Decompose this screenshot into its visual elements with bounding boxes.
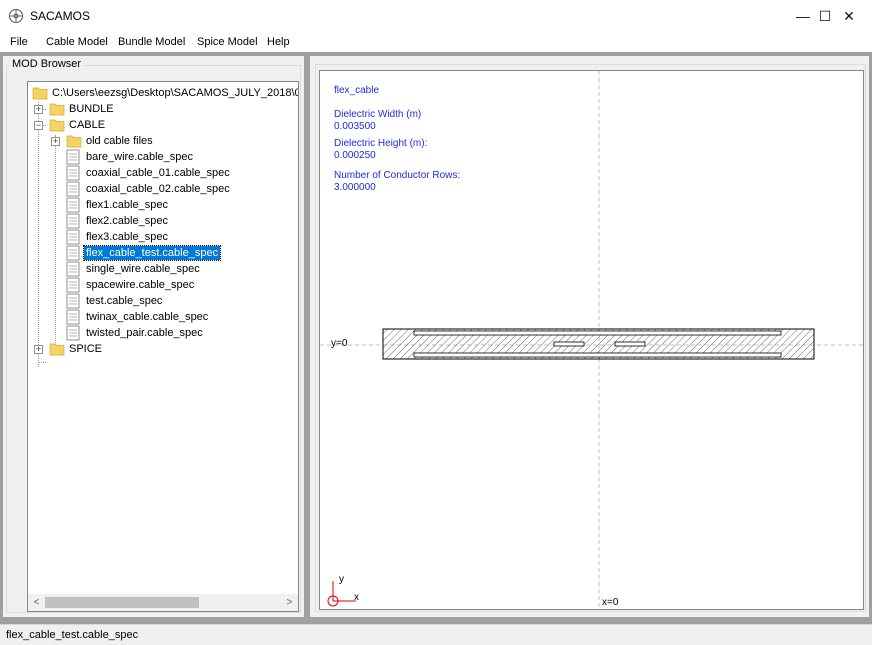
- x-axis-label: x: [354, 592, 359, 603]
- tree-item-label: twinax_cable.cable_spec: [86, 311, 209, 323]
- tree-item-label: twisted_pair.cable_spec: [86, 327, 203, 339]
- scroll-right-arrow[interactable]: >: [281, 594, 298, 611]
- dielectric-height-label: Dielectric Height (m):: [334, 138, 428, 149]
- window-title: SACAMOS: [30, 9, 91, 23]
- y-zero-label: y=0: [331, 338, 348, 349]
- tree-item-file[interactable]: test.cable_spec: [64, 293, 294, 309]
- mod-tree-view[interactable]: C:\Users\eezsg\Desktop\SACAMOS_JULY_2018…: [27, 81, 299, 612]
- cable-cross-section-canvas[interactable]: flex_cable Dielectric Width (m) 0.003500…: [319, 70, 864, 610]
- tree-item-file[interactable]: spacewire.cable_spec: [64, 277, 294, 293]
- expand-icon[interactable]: +: [34, 105, 43, 114]
- tree-item-label: CABLE: [69, 119, 106, 131]
- document-icon: [66, 245, 80, 261]
- tree-item-label: coaxial_cable_02.cable_spec: [86, 183, 230, 195]
- scroll-left-arrow[interactable]: <: [28, 594, 45, 611]
- tree-item-label: SPICE: [69, 343, 103, 355]
- document-icon: [66, 309, 80, 325]
- document-icon: [66, 261, 80, 277]
- cross-section-drawing: [320, 71, 863, 609]
- collapse-icon[interactable]: −: [34, 121, 43, 130]
- folder-icon: [32, 87, 48, 100]
- tree-item-label: flex3.cable_spec: [86, 231, 168, 243]
- app-icon: [9, 9, 23, 23]
- status-text: flex_cable_test.cable_spec: [6, 629, 139, 641]
- tree-item-label: flex_cable_test.cable_spec: [82, 245, 222, 261]
- tree-item-cable[interactable]: − CABLE: [30, 117, 230, 133]
- tree-item-file[interactable]: flex1.cable_spec: [64, 197, 294, 213]
- tree-item-file[interactable]: flex3.cable_spec: [64, 229, 294, 245]
- tree-line: [38, 362, 46, 363]
- tree-item-label: BUNDLE: [69, 103, 114, 115]
- close-button[interactable]: ✕: [826, 0, 872, 32]
- mod-browser-title: MOD Browser: [10, 58, 84, 70]
- tree-item-file[interactable]: twisted_pair.cable_spec: [64, 325, 294, 341]
- scroll-thumb[interactable]: [45, 597, 199, 608]
- tree-item-file-selected[interactable]: flex_cable_test.cable_spec: [64, 245, 294, 261]
- document-icon: [66, 229, 80, 245]
- tree-item-file[interactable]: bare_wire.cable_spec: [64, 149, 294, 165]
- conductor-bottom: [413, 352, 782, 358]
- tree-item-label: C:\Users\eezsg\Desktop\SACAMOS_JULY_2018…: [52, 87, 299, 99]
- tree-item-label: bare_wire.cable_spec: [86, 151, 194, 163]
- menu-bundle-model[interactable]: Bundle Model: [118, 36, 185, 48]
- tree-item-label: test.cable_spec: [86, 295, 163, 307]
- dielectric-width-label: Dielectric Width (m): [334, 109, 422, 120]
- tree-item-file[interactable]: single_wire.cable_spec: [64, 261, 294, 277]
- tree-item-label: old cable files: [86, 135, 153, 147]
- document-icon: [66, 325, 80, 341]
- folder-icon: [49, 103, 65, 116]
- folder-icon: [49, 119, 65, 132]
- tree-item-root[interactable]: C:\Users\eezsg\Desktop\SACAMOS_JULY_2018…: [30, 85, 298, 101]
- document-icon: [66, 277, 80, 293]
- folder-icon: [66, 135, 82, 148]
- status-bar: flex_cable_test.cable_spec: [0, 624, 872, 645]
- document-icon: [66, 149, 80, 165]
- mod-browser-panel: MOD Browser C:\Users\eezsg\Desktop\SACAM…: [3, 56, 304, 617]
- y-axis-label: y: [339, 574, 344, 585]
- document-icon: [66, 165, 80, 181]
- tree-item-bundle[interactable]: + BUNDLE: [30, 101, 230, 117]
- document-icon: [66, 197, 80, 213]
- cable-name: flex_cable: [334, 85, 380, 96]
- x-zero-label: x=0: [602, 597, 619, 608]
- document-icon: [66, 293, 80, 309]
- tree-line: [55, 135, 56, 353]
- conductor-rows-label: Number of Conductor Rows:: [334, 170, 461, 181]
- tree-item-label: coaxial_cable_01.cable_spec: [86, 167, 230, 179]
- menu-cable-model[interactable]: Cable Model: [46, 36, 108, 48]
- folder-icon: [49, 343, 65, 356]
- dielectric-width-value: 0.003500: [334, 121, 376, 132]
- document-icon: [66, 181, 80, 197]
- conductor-middle-left: [553, 341, 585, 347]
- conductor-top: [413, 330, 782, 336]
- tree-item-file[interactable]: coaxial_cable_01.cable_spec: [64, 165, 294, 181]
- tree-item-old-cable-files[interactable]: + old cable files: [47, 133, 247, 149]
- tree-line: [38, 102, 39, 367]
- client-area: MOD Browser C:\Users\eezsg\Desktop\SACAM…: [0, 52, 872, 624]
- menu-bar: File Cable Model Bundle Model Spice Mode…: [0, 32, 872, 52]
- conductor-rows-value: 3.000000: [334, 182, 376, 193]
- document-icon: [66, 213, 80, 229]
- conductor-middle-right: [614, 341, 646, 347]
- tree-item-label: flex1.cable_spec: [86, 199, 168, 211]
- tree-item-file[interactable]: coaxial_cable_02.cable_spec: [64, 181, 294, 197]
- cable-view-panel: flex_cable Dielectric Width (m) 0.003500…: [310, 56, 869, 617]
- tree-item-label: single_wire.cable_spec: [86, 263, 200, 275]
- tree-item-label: flex2.cable_spec: [86, 215, 168, 227]
- horizontal-scrollbar[interactable]: < >: [28, 594, 298, 611]
- tree-item-file[interactable]: flex2.cable_spec: [64, 213, 294, 229]
- expand-icon[interactable]: +: [51, 137, 60, 146]
- menu-help[interactable]: Help: [267, 36, 290, 48]
- menu-file[interactable]: File: [10, 36, 28, 48]
- tree-item-spice[interactable]: + SPICE: [30, 341, 230, 357]
- dielectric-height-value: 0.000250: [334, 150, 376, 161]
- title-bar: SACAMOS — ☐ ✕: [0, 0, 872, 32]
- tree-item-file[interactable]: twinax_cable.cable_spec: [64, 309, 294, 325]
- menu-spice-model[interactable]: Spice Model: [197, 36, 258, 48]
- tree-item-label: spacewire.cable_spec: [86, 279, 195, 291]
- expand-icon[interactable]: +: [34, 345, 43, 354]
